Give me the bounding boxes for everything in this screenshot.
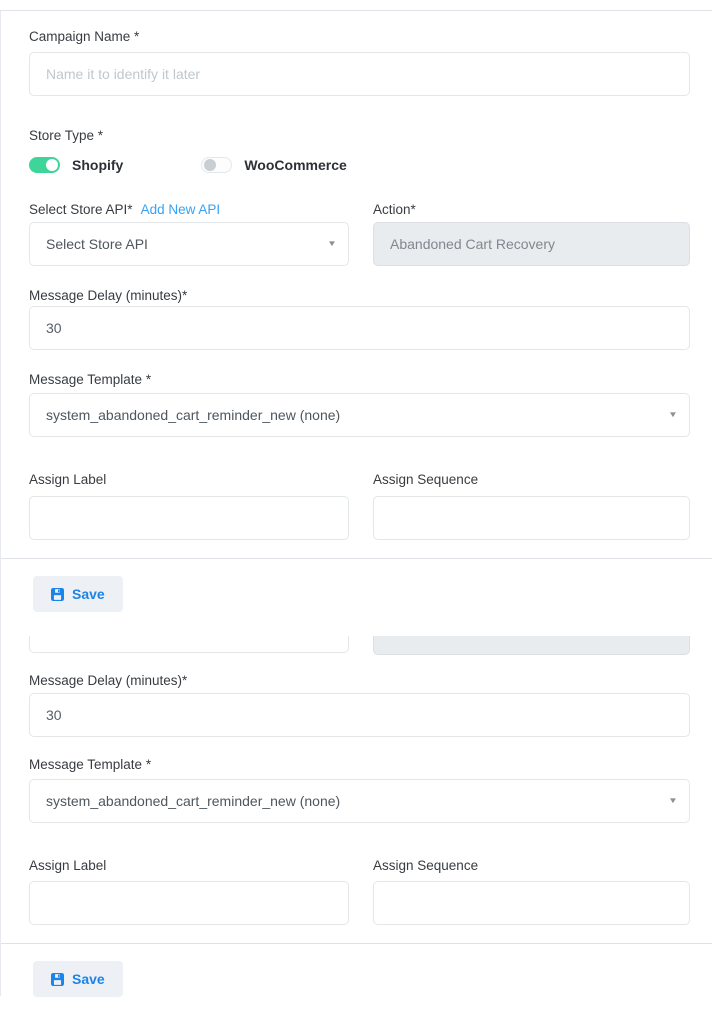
switch-knob <box>46 159 58 171</box>
message-template-select-2[interactable]: system_abandoned_cart_reminder_new (none… <box>29 779 690 823</box>
store-type-toggles: Shopify WooCommerce <box>29 156 690 174</box>
action-input-disabled: Abandoned Cart Recovery <box>373 222 690 266</box>
clipped-store-api-select[interactable] <box>29 636 349 653</box>
save-floppy-icon <box>51 973 64 986</box>
assign-row: Assign Label Assign Sequence <box>29 472 690 540</box>
save-button-label-2: Save <box>72 971 105 987</box>
save-button[interactable]: Save <box>33 576 123 612</box>
store-api-label: Select Store API* <box>29 202 133 218</box>
woocommerce-toggle[interactable]: WooCommerce <box>201 157 346 173</box>
chevron-down-icon: ▼ <box>327 240 337 248</box>
card2-content: Message Delay (minutes)* Message Templat… <box>1 673 712 925</box>
message-template-label: Message Template * <box>29 372 690 388</box>
card2-footer: Save <box>1 943 712 1012</box>
save-floppy-icon <box>51 588 64 601</box>
card1-footer: Save <box>1 558 712 624</box>
chevron-down-icon: ▼ <box>668 411 678 419</box>
store-api-select[interactable]: Select Store API ▼ <box>29 222 349 266</box>
action-value: Abandoned Cart Recovery <box>390 236 555 252</box>
card1-content: Campaign Name * Store Type * Shopify Woo… <box>1 29 712 540</box>
message-template-label-2: Message Template * <box>29 757 690 773</box>
campaign-name-label: Campaign Name * <box>29 29 690 45</box>
campaign-form-card: Campaign Name * Store Type * Shopify Woo… <box>0 10 712 996</box>
message-template-select[interactable]: system_abandoned_cart_reminder_new (none… <box>29 393 690 437</box>
assign-sequence-input[interactable] <box>373 496 690 540</box>
shopify-toggle[interactable]: Shopify <box>29 157 123 173</box>
assign-sequence-input-2[interactable] <box>373 881 690 925</box>
clipped-fields-row <box>29 636 690 655</box>
store-api-action-row: Select Store API* Add New API Select Sto… <box>29 202 690 266</box>
assign-label-input-2[interactable] <box>29 881 349 925</box>
save-button-label: Save <box>72 586 105 602</box>
chevron-down-icon: ▼ <box>668 797 678 805</box>
campaign-name-input[interactable] <box>29 52 690 96</box>
assign-label-input[interactable] <box>29 496 349 540</box>
message-template-selected-value-2: system_abandoned_cart_reminder_new (none… <box>46 793 340 809</box>
message-delay-label: Message Delay (minutes)* <box>29 288 690 304</box>
action-label: Action* <box>373 202 690 218</box>
clipped-action-input-disabled <box>373 636 690 655</box>
save-button-2[interactable]: Save <box>33 961 123 997</box>
store-type-label: Store Type * <box>29 128 690 144</box>
message-delay-label-2: Message Delay (minutes)* <box>29 673 690 689</box>
assign-label-label-2: Assign Label <box>29 858 349 874</box>
shopify-toggle-label: Shopify <box>72 157 123 173</box>
assign-sequence-label-2: Assign Sequence <box>373 858 690 874</box>
assign-row-2: Assign Label Assign Sequence <box>29 858 690 925</box>
message-template-selected-value: system_abandoned_cart_reminder_new (none… <box>46 407 340 423</box>
assign-sequence-label: Assign Sequence <box>373 472 690 488</box>
shopify-switch-on[interactable] <box>29 157 60 173</box>
add-new-api-link[interactable]: Add New API <box>141 202 221 218</box>
store-api-selected-value: Select Store API <box>46 236 148 252</box>
message-delay-input[interactable] <box>29 306 690 350</box>
switch-knob <box>204 159 216 171</box>
woocommerce-toggle-label: WooCommerce <box>244 157 346 173</box>
assign-label-label: Assign Label <box>29 472 349 488</box>
woocommerce-switch-off[interactable] <box>201 157 232 173</box>
message-delay-input-2[interactable] <box>29 693 690 737</box>
